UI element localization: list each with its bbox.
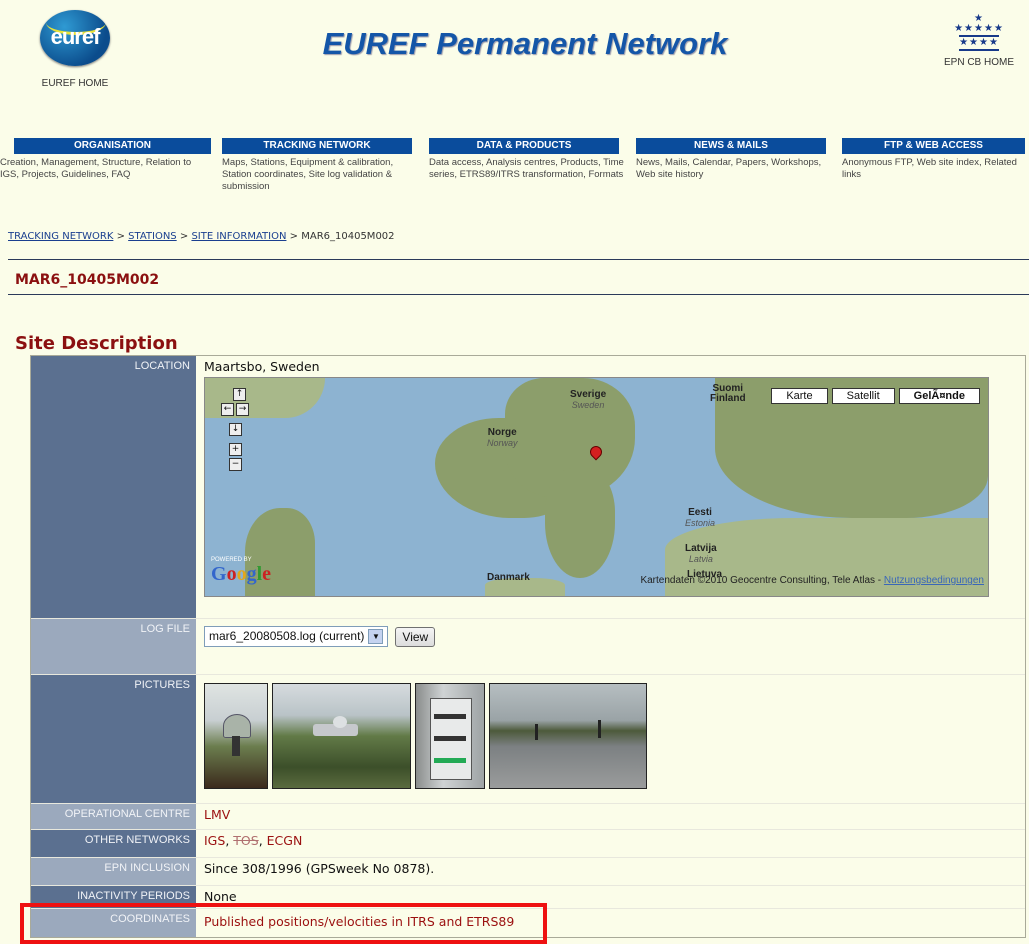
location-value: Maartsbo, Sweden	[204, 359, 320, 374]
map-type-gelaende[interactable]: GelÃ¤nde	[898, 388, 980, 404]
label-operational-centre: OPERATIONAL CENTRE	[31, 804, 196, 829]
nav-news-mails: NEWS & MAILS News, Mails, Calendar, Pape…	[636, 138, 839, 181]
map-type-satellit[interactable]: Satellit	[831, 388, 895, 404]
map-label-eesti: Eesti Estonia	[685, 507, 716, 529]
epn-inclusion-value: Since 308/1996 (GPSweek No 0878).	[204, 861, 435, 876]
nav-tab-news-mails[interactable]: NEWS & MAILS	[636, 138, 826, 154]
breadcrumb-stations[interactable]: STATIONS	[128, 231, 177, 242]
pan-right-icon[interactable]: →	[236, 403, 249, 416]
network-tos-link[interactable]: TOS	[233, 833, 258, 848]
divider	[8, 259, 1029, 260]
nav-organisation: ORGANISATION Creation, Management, Struc…	[0, 138, 211, 181]
map-label-danmark: Danmark	[487, 572, 530, 583]
nav-tab-tracking-network[interactable]: TRACKING NETWORK	[222, 138, 412, 154]
epn-cb-home-link[interactable]: ★ ★★★★★ ★★★★ EPN CB HOME	[929, 14, 1029, 69]
label-epn-inclusion: EPN INCLUSION	[31, 858, 196, 885]
main-nav: ORGANISATION Creation, Management, Struc…	[0, 138, 1029, 208]
row-epn-inclusion: EPN INCLUSION Since 308/1996 (GPSweek No…	[31, 858, 1025, 886]
page-header: euref EUREF HOME EUREF Permanent Network…	[0, 0, 1029, 135]
operational-centre-link[interactable]: LMV	[204, 807, 230, 822]
nav-desc-tracking-network[interactable]: Maps, Stations, Equipment & calibration,…	[222, 157, 425, 193]
site-description-table: LOCATION Maartsbo, Sweden ↑ ← → ↓ + − Ka…	[30, 355, 1026, 938]
nav-tracking-network: TRACKING NETWORK Maps, Stations, Equipme…	[222, 138, 425, 193]
row-operational-centre: OPERATIONAL CENTRE LMV	[31, 804, 1025, 830]
map-label-latvija: Latvija Latvia	[685, 543, 717, 565]
log-file-select[interactable]: mar6_20080508.log (current) ▼	[204, 626, 389, 648]
nav-tab-data-products[interactable]: DATA & PRODUCTS	[429, 138, 619, 154]
station-picture-equipment[interactable]	[415, 683, 485, 789]
map-label-finland: Suomi Finland	[710, 383, 746, 404]
nav-tab-ftp-web[interactable]: FTP & WEB ACCESS	[842, 138, 1025, 154]
map-type-switcher: Karte Satellit GelÃ¤nde	[767, 388, 980, 404]
pan-up-icon[interactable]: ↑	[233, 388, 246, 401]
breadcrumb-site-information[interactable]: SITE INFORMATION	[191, 231, 286, 242]
chevron-down-icon: ▼	[368, 629, 384, 645]
nav-ftp-web: FTP & WEB ACCESS Anonymous FTP, Web site…	[842, 138, 1029, 181]
zoom-in-icon[interactable]: +	[229, 443, 242, 456]
nav-desc-ftp-web[interactable]: Anonymous FTP, Web site index, Related l…	[842, 157, 1029, 181]
pan-down-icon[interactable]: ↓	[229, 423, 242, 436]
breadcrumb-current: MAR6_10405M002	[301, 231, 395, 242]
station-picture-roof[interactable]	[489, 683, 647, 789]
pan-left-icon[interactable]: ←	[221, 403, 234, 416]
highlight-box	[20, 903, 547, 944]
row-other-networks: OTHER NETWORKS IGS, TOS, ECGN	[31, 830, 1025, 858]
label-location: LOCATION	[31, 356, 196, 618]
site-title: EUREF Permanent Network	[322, 26, 728, 61]
inactivity-value: None	[204, 889, 237, 904]
eu-stars-logo: ★ ★★★★★ ★★★★	[929, 14, 1029, 51]
label-other-networks: OTHER NETWORKS	[31, 830, 196, 857]
station-name: MAR6_10405M002	[15, 272, 160, 288]
row-location: LOCATION Maartsbo, Sweden ↑ ← → ↓ + − Ka…	[31, 356, 1025, 619]
euref-logo: euref	[40, 10, 110, 66]
map-label-norge: Norge Norway	[487, 427, 518, 449]
zoom-out-icon[interactable]: −	[229, 458, 242, 471]
site-map[interactable]: ↑ ← → ↓ + − Karte Satellit GelÃ¤nde Sver…	[204, 377, 989, 597]
breadcrumb-tracking-network[interactable]: TRACKING NETWORK	[8, 231, 113, 242]
station-picture-antenna[interactable]	[204, 683, 268, 789]
breadcrumb: TRACKING NETWORK > STATIONS > SITE INFOR…	[8, 231, 395, 242]
row-log-file: LOG FILE mar6_20080508.log (current) ▼ Vi…	[31, 619, 1025, 675]
nav-data-products: DATA & PRODUCTS Data access, Analysis ce…	[429, 138, 632, 181]
network-ecgn-link[interactable]: ECGN	[267, 833, 303, 848]
nav-tab-organisation[interactable]: ORGANISATION	[14, 138, 211, 154]
euref-home-label[interactable]: EUREF HOME	[25, 78, 125, 89]
nav-desc-news-mails[interactable]: News, Mails, Calendar, Papers, Workshops…	[636, 157, 839, 181]
label-pictures: PICTURES	[31, 675, 196, 803]
label-log-file: LOG FILE	[31, 619, 196, 674]
epn-cb-home-label[interactable]: EPN CB HOME	[929, 57, 1029, 68]
euref-home-link[interactable]: euref EUREF HOME	[25, 10, 125, 89]
google-logo[interactable]: POWERED BY Google	[211, 557, 271, 586]
view-log-button[interactable]: View	[395, 626, 436, 647]
map-copyright: Kartendaten ©2010 Geocentre Consulting, …	[640, 575, 984, 586]
map-terms-link[interactable]: Nutzungsbedingungen	[884, 575, 984, 586]
divider	[8, 294, 1029, 295]
network-igs-link[interactable]: IGS	[204, 833, 225, 848]
nav-desc-organisation[interactable]: Creation, Management, Structure, Relatio…	[0, 157, 203, 181]
station-picture-overview[interactable]	[272, 683, 411, 789]
map-type-karte[interactable]: Karte	[771, 388, 828, 404]
section-title: Site Description	[15, 333, 178, 354]
map-label-sverige: Sverige Sweden	[570, 389, 607, 411]
row-pictures: PICTURES	[31, 675, 1025, 804]
nav-desc-data-products[interactable]: Data access, Analysis centres, Products,…	[429, 157, 632, 181]
